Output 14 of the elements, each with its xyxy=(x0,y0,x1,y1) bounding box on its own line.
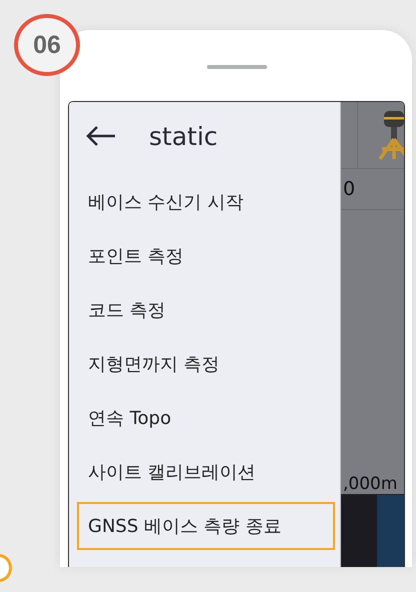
drawer-title: static xyxy=(149,122,218,150)
menu-item[interactable]: GNSS 베이스 측량 종료 xyxy=(77,502,335,550)
menu-item[interactable]: 포인트 측정 xyxy=(77,232,195,280)
menu-item[interactable]: 연속 Topo xyxy=(77,394,182,442)
menu-item[interactable]: 사이트 캘리브레이션 xyxy=(77,448,267,496)
drag-handle[interactable] xyxy=(207,65,267,69)
map-value: 0 xyxy=(343,178,356,200)
bottom-toolbar xyxy=(341,495,404,567)
menu-item[interactable]: 지형면까지 측정 xyxy=(77,340,231,388)
menu-item[interactable]: 베이스 수신기 시작 xyxy=(77,178,254,226)
back-arrow-icon[interactable] xyxy=(85,125,117,147)
menu-item[interactable]: 코드 측정 xyxy=(77,286,177,334)
receiver-on-tripod-icon[interactable] xyxy=(376,109,404,161)
step-number-badge: 06 xyxy=(14,14,80,76)
